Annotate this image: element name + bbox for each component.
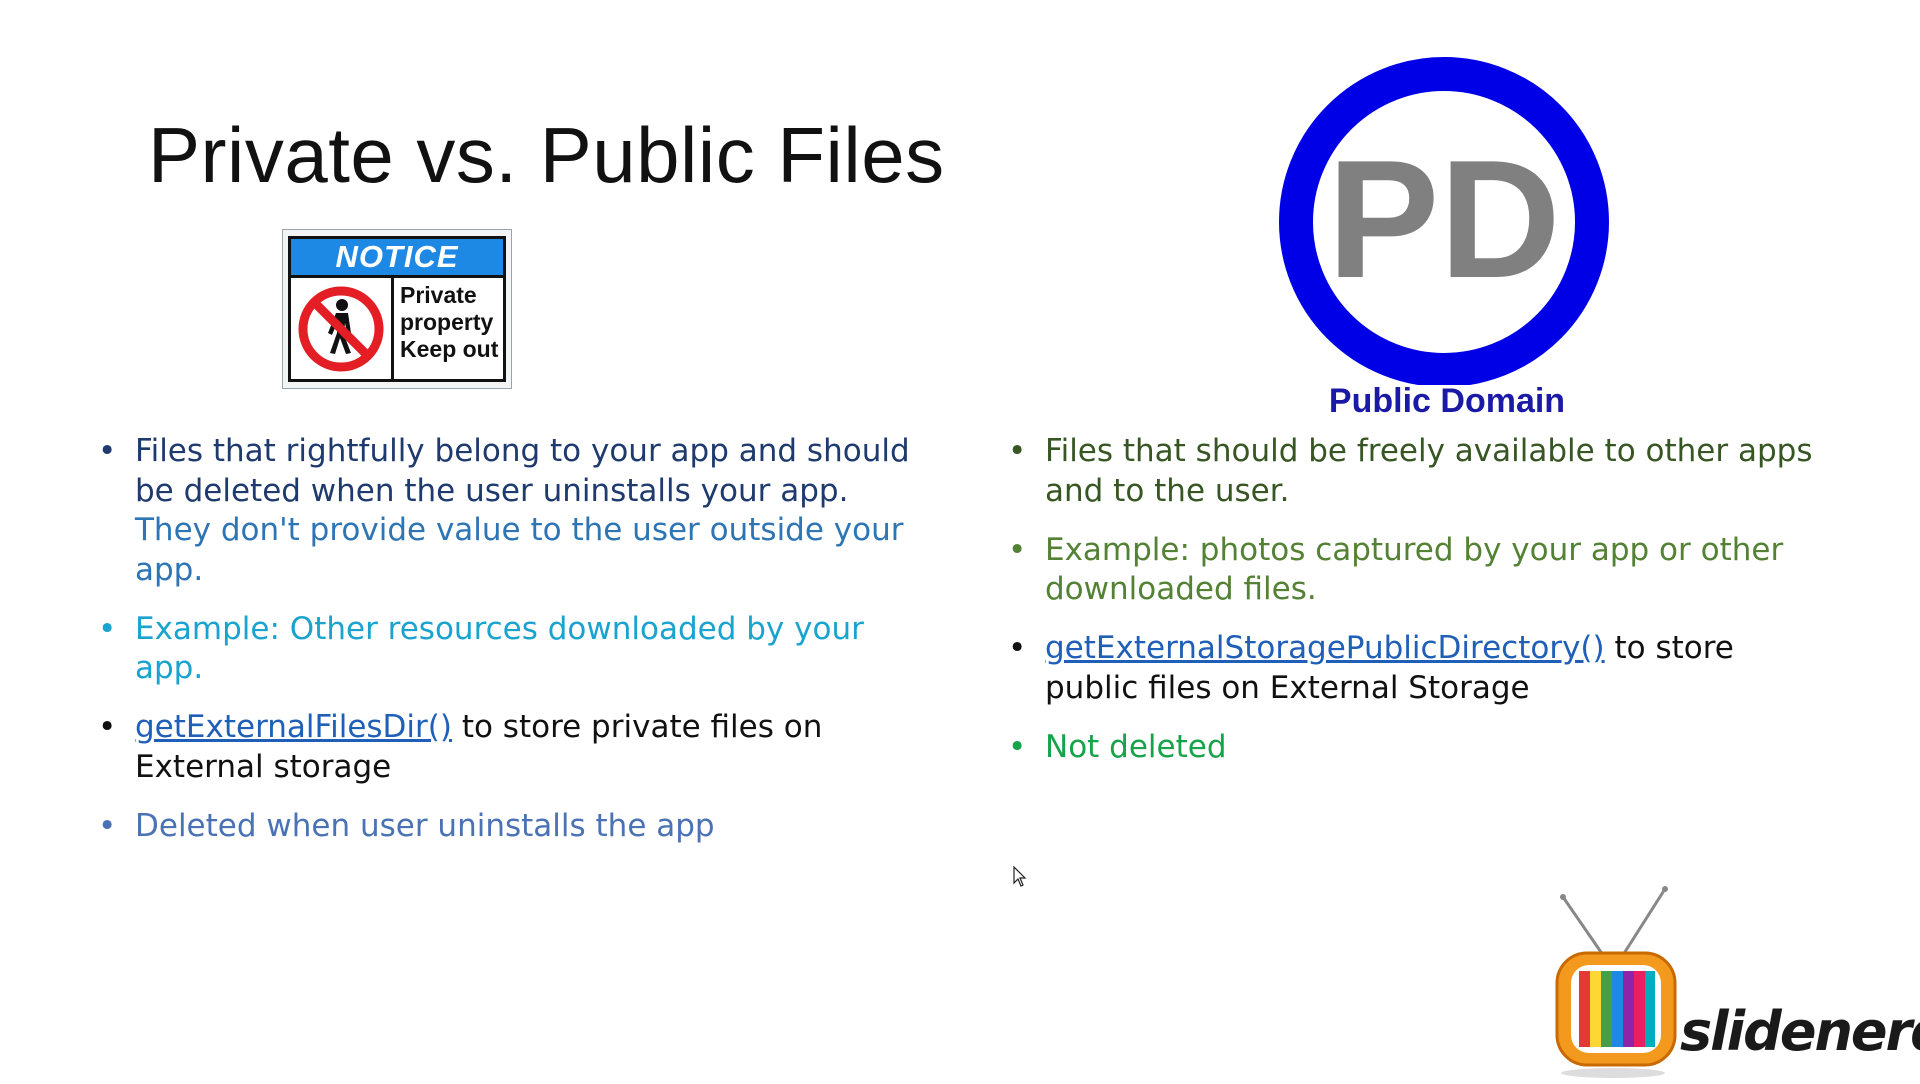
bullet-icon: • [1008, 728, 1027, 765]
notice-line: Private [400, 282, 477, 308]
list-item: • getExternalStoragePublicDirectory() to… [1008, 629, 1828, 708]
bullet-text: Example: Other resources downloaded by y… [135, 610, 864, 687]
list-item: • Deleted when user uninstalls the app [98, 807, 918, 847]
bullet-text: Files that rightfully belong to your app… [135, 433, 910, 509]
list-item: • Example: photos captured by your app o… [1008, 531, 1828, 610]
bullet-text: Deleted when user uninstalls the app [135, 807, 715, 844]
bullet-icon: • [98, 433, 117, 469]
bullet-icon: • [1008, 630, 1027, 666]
no-entry-icon [291, 278, 394, 379]
notice-sign-image: NOTICE Private property Keep out [282, 229, 512, 389]
bullet-text: They don't provide value to the user out… [135, 512, 904, 588]
brand-name: slidenerd [1680, 1000, 1920, 1063]
public-domain-logo: PD [1278, 55, 1612, 421]
get-external-storage-public-directory-link[interactable]: getExternalStoragePublicDirectory() [1045, 630, 1605, 666]
private-files-list: • Files that rightfully belong to your a… [98, 432, 918, 866]
list-item: • Not deleted [1008, 728, 1828, 768]
bullet-text: Example: photos captured by your app or … [1045, 531, 1784, 608]
get-external-files-dir-link[interactable]: getExternalFilesDir() [135, 709, 452, 745]
slide-title: Private vs. Public Files [148, 111, 945, 199]
bullet-icon: • [98, 610, 117, 647]
bullet-icon: • [1008, 433, 1027, 469]
bullet-text: Not deleted [1045, 728, 1227, 765]
mouse-cursor-icon [1013, 866, 1027, 887]
list-item: • Example: Other resources downloaded by… [98, 610, 918, 689]
list-item: • getExternalFilesDir() to store private… [98, 708, 918, 787]
bullet-icon: • [1008, 531, 1027, 568]
pd-letters: PD [1327, 125, 1560, 313]
public-files-list: • Files that should be freely available … [1008, 432, 1828, 787]
notice-line: property [400, 309, 494, 335]
notice-line: Keep out [400, 336, 499, 362]
bullet-icon: • [98, 709, 117, 745]
list-item: • Files that rightfully belong to your a… [98, 432, 918, 590]
bullet-icon: • [98, 807, 117, 844]
bullet-text: Files that should be freely available to… [1045, 433, 1813, 509]
list-item: • Files that should be freely available … [1008, 432, 1828, 511]
notice-header: NOTICE [291, 239, 503, 278]
pd-caption: Public Domain [1328, 382, 1566, 420]
